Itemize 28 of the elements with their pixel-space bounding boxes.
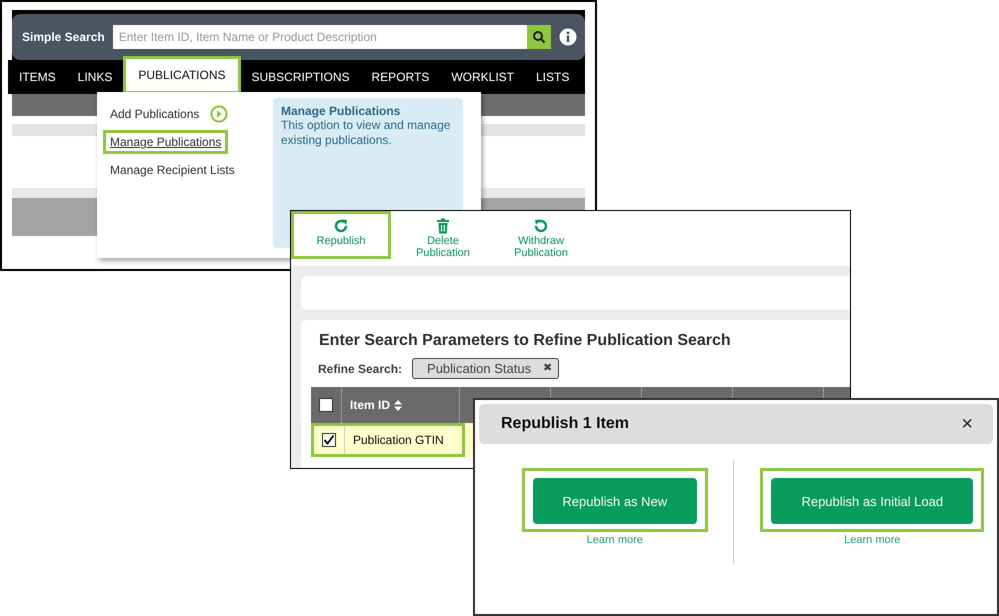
info-text: This option to view and manage existing publications. [281, 118, 452, 148]
undo-icon [533, 218, 549, 234]
menu-item[interactable]: Manage Publications [103, 130, 228, 154]
nav-tab[interactable]: PUBLICATIONS [123, 56, 240, 94]
section-heading: Enter Search Parameters to Refine Publication Search [319, 332, 732, 350]
check-icon [323, 434, 335, 446]
redo-icon [333, 218, 349, 234]
filter-chip[interactable]: Publication Status ✖ [412, 358, 560, 379]
republish-button[interactable]: Republish as New [532, 478, 697, 524]
search-field[interactable]: Enter Item ID, Item Name or Product Description [112, 25, 527, 49]
refine-label: Refine Search: [318, 362, 402, 376]
trash-icon [436, 218, 450, 234]
info-title: Manage Publications [281, 104, 402, 118]
table-cell: Publication GTIN [344, 426, 462, 454]
search-button[interactable] [527, 25, 551, 49]
search-icon [532, 30, 546, 44]
search-label: Simple Search [22, 30, 105, 44]
checkbox[interactable] [322, 433, 336, 447]
checkbox[interactable] [319, 398, 333, 412]
menu-item[interactable]: Add Publications [103, 102, 206, 126]
info-icon[interactable] [559, 28, 577, 46]
menu-item[interactable]: Manage Recipient Lists [103, 158, 242, 182]
table-row[interactable]: Publication GTIN [311, 423, 465, 457]
dialog-title: Republish 1 Item [501, 415, 630, 433]
republish-button[interactable]: Republish as Initial Load [771, 478, 974, 524]
toolbar-button[interactable]: Republish [291, 211, 391, 259]
close-button[interactable]: × [961, 412, 973, 436]
sort-icon [394, 400, 402, 410]
